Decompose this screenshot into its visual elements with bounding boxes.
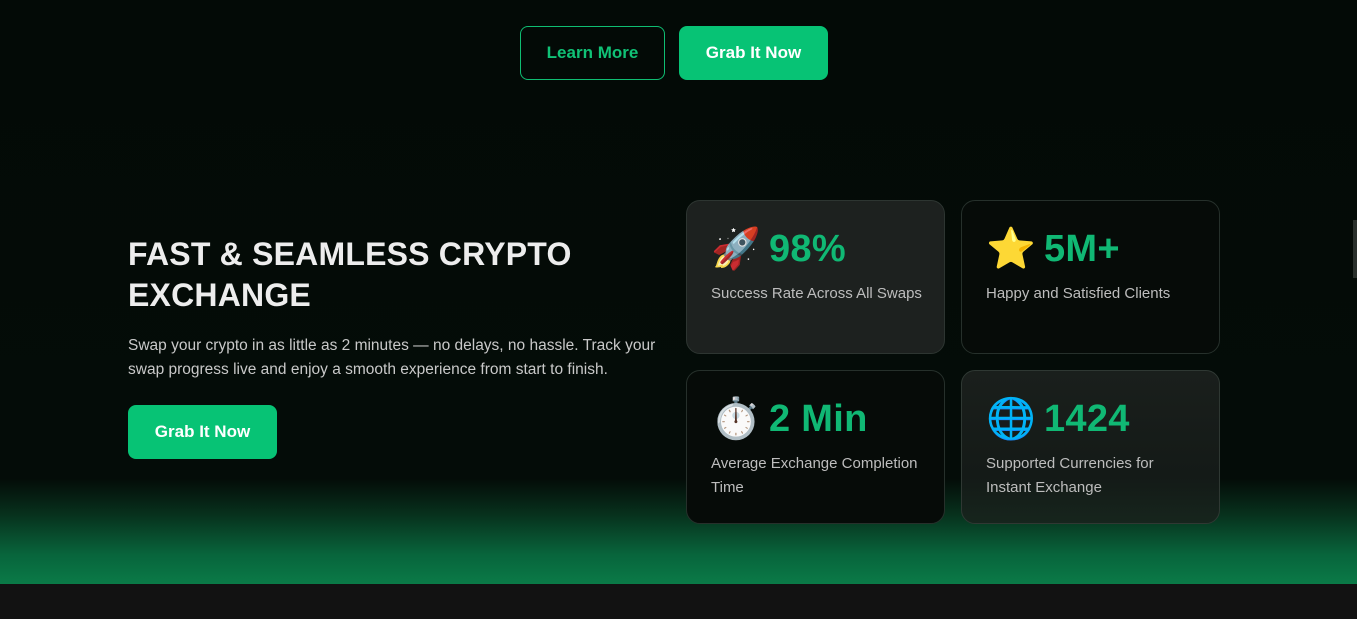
star-icon: ⭐ bbox=[986, 227, 1036, 271]
scroll-edge-indicator bbox=[1353, 220, 1357, 278]
stat-label: Supported Currencies for Instant Exchang… bbox=[986, 455, 1154, 496]
stat-card-currencies: 🌐 1424 Supported Currencies for Instant … bbox=[961, 370, 1220, 524]
hero-headline: FAST & SEAMLESS CRYPTO EXCHANGE bbox=[128, 236, 572, 313]
stat-card-success-rate: 🚀 98% Success Rate Across All Swaps bbox=[686, 200, 945, 354]
grab-it-now-top-button[interactable]: Grab It Now bbox=[679, 26, 828, 80]
stat-value: 1424 bbox=[1044, 398, 1130, 440]
stat-card-completion-time: ⏱️ 2 Min Average Exchange Completion Tim… bbox=[686, 370, 945, 524]
stat-value: 5M+ bbox=[1044, 228, 1120, 270]
globe-icon: 🌐 bbox=[986, 397, 1036, 441]
stat-label: Success Rate Across All Swaps bbox=[711, 285, 922, 302]
hero-description: Swap your crypto in as little as 2 minut… bbox=[128, 337, 656, 378]
learn-more-button[interactable]: Learn More bbox=[520, 26, 665, 80]
stat-value: 98% bbox=[769, 228, 846, 270]
rocket-icon: 🚀 bbox=[711, 227, 761, 271]
stat-value: 2 Min bbox=[769, 398, 868, 440]
grab-it-now-button[interactable]: Grab It Now bbox=[128, 405, 277, 459]
stopwatch-icon: ⏱️ bbox=[711, 397, 761, 441]
page: Learn More Grab It Now FAST & SEAMLESS C… bbox=[0, 0, 1357, 619]
stat-label: Average Exchange Completion Time bbox=[711, 455, 918, 496]
hero-section: Learn More Grab It Now FAST & SEAMLESS C… bbox=[0, 0, 1357, 584]
stat-card-clients: ⭐ 5M+ Happy and Satisfied Clients bbox=[961, 200, 1220, 354]
stat-label: Happy and Satisfied Clients bbox=[986, 285, 1171, 302]
